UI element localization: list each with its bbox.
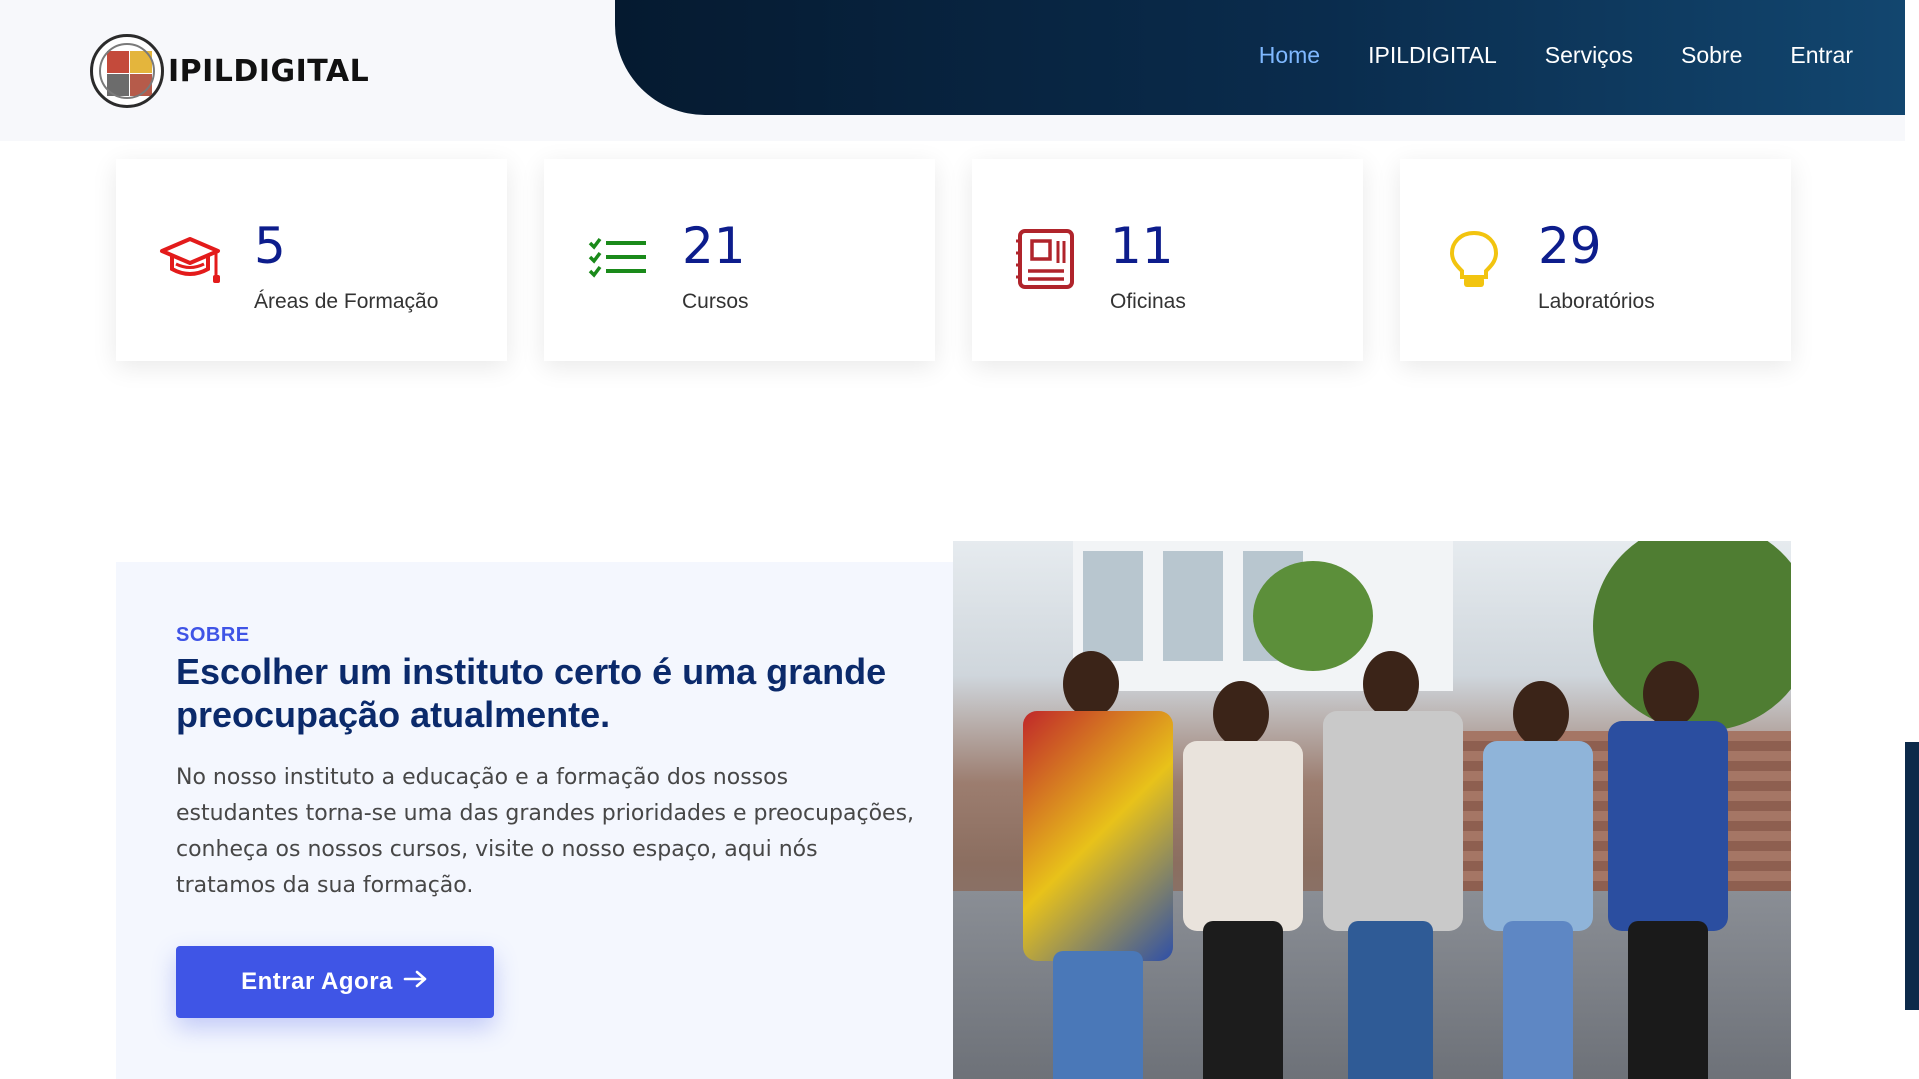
nav-ipildigital[interactable]: IPILDIGITAL	[1368, 42, 1497, 69]
site-header: IPILDIGITAL Home IPILDIGITAL Serviços So…	[0, 0, 1919, 141]
arrow-right-icon	[403, 968, 429, 996]
nav-sobre[interactable]: Sobre	[1681, 42, 1742, 69]
institute-logo	[90, 34, 164, 108]
about-section: SOBRE Escolher um instituto certo é uma …	[116, 562, 954, 1079]
side-tab[interactable]	[1905, 742, 1919, 1010]
stat-card-cursos: 21 Cursos	[544, 159, 935, 361]
about-kicker: SOBRE	[176, 624, 250, 646]
stat-value: 21	[682, 217, 746, 275]
brand[interactable]: IPILDIGITAL	[90, 34, 369, 108]
stat-value: 11	[1110, 217, 1174, 275]
stat-label: Cursos	[682, 290, 749, 313]
checklist-icon	[586, 227, 650, 291]
stats-cards: 5 Áreas de Formação 21 Cursos 11 Oficina…	[116, 159, 1791, 361]
main-nav: Home IPILDIGITAL Serviços Sobre Entrar	[1259, 42, 1853, 69]
stat-card-areas: 5 Áreas de Formação	[116, 159, 507, 361]
nav-entrar[interactable]: Entrar	[1790, 42, 1853, 69]
stat-label: Áreas de Formação	[254, 290, 439, 313]
graduation-cap-icon	[158, 227, 222, 291]
enter-now-label: Entrar Agora	[241, 968, 393, 995]
stat-card-oficinas: 11 Oficinas	[972, 159, 1363, 361]
nav-servicos[interactable]: Serviços	[1545, 42, 1633, 69]
about-description: No nosso instituto a educação e a formaç…	[176, 765, 915, 898]
stat-label: Oficinas	[1110, 290, 1186, 313]
circuit-notebook-icon	[1014, 227, 1078, 291]
stat-label: Laboratórios	[1538, 290, 1655, 313]
nav-panel: Home IPILDIGITAL Serviços Sobre Entrar	[615, 0, 1905, 115]
brand-name: IPILDIGITAL	[168, 53, 370, 89]
stat-value: 5	[254, 217, 286, 275]
stat-value: 29	[1538, 217, 1602, 275]
nav-home[interactable]: Home	[1259, 42, 1320, 69]
stat-card-laboratorios: 29 Laboratórios	[1400, 159, 1791, 361]
about-headline: Escolher um instituto certo é uma grande…	[176, 651, 887, 735]
page: IPILDIGITAL Home IPILDIGITAL Serviços So…	[0, 0, 1919, 1079]
students-photo	[953, 541, 1791, 1079]
lightbulb-icon	[1442, 227, 1506, 291]
enter-now-button[interactable]: Entrar Agora	[176, 946, 494, 1018]
